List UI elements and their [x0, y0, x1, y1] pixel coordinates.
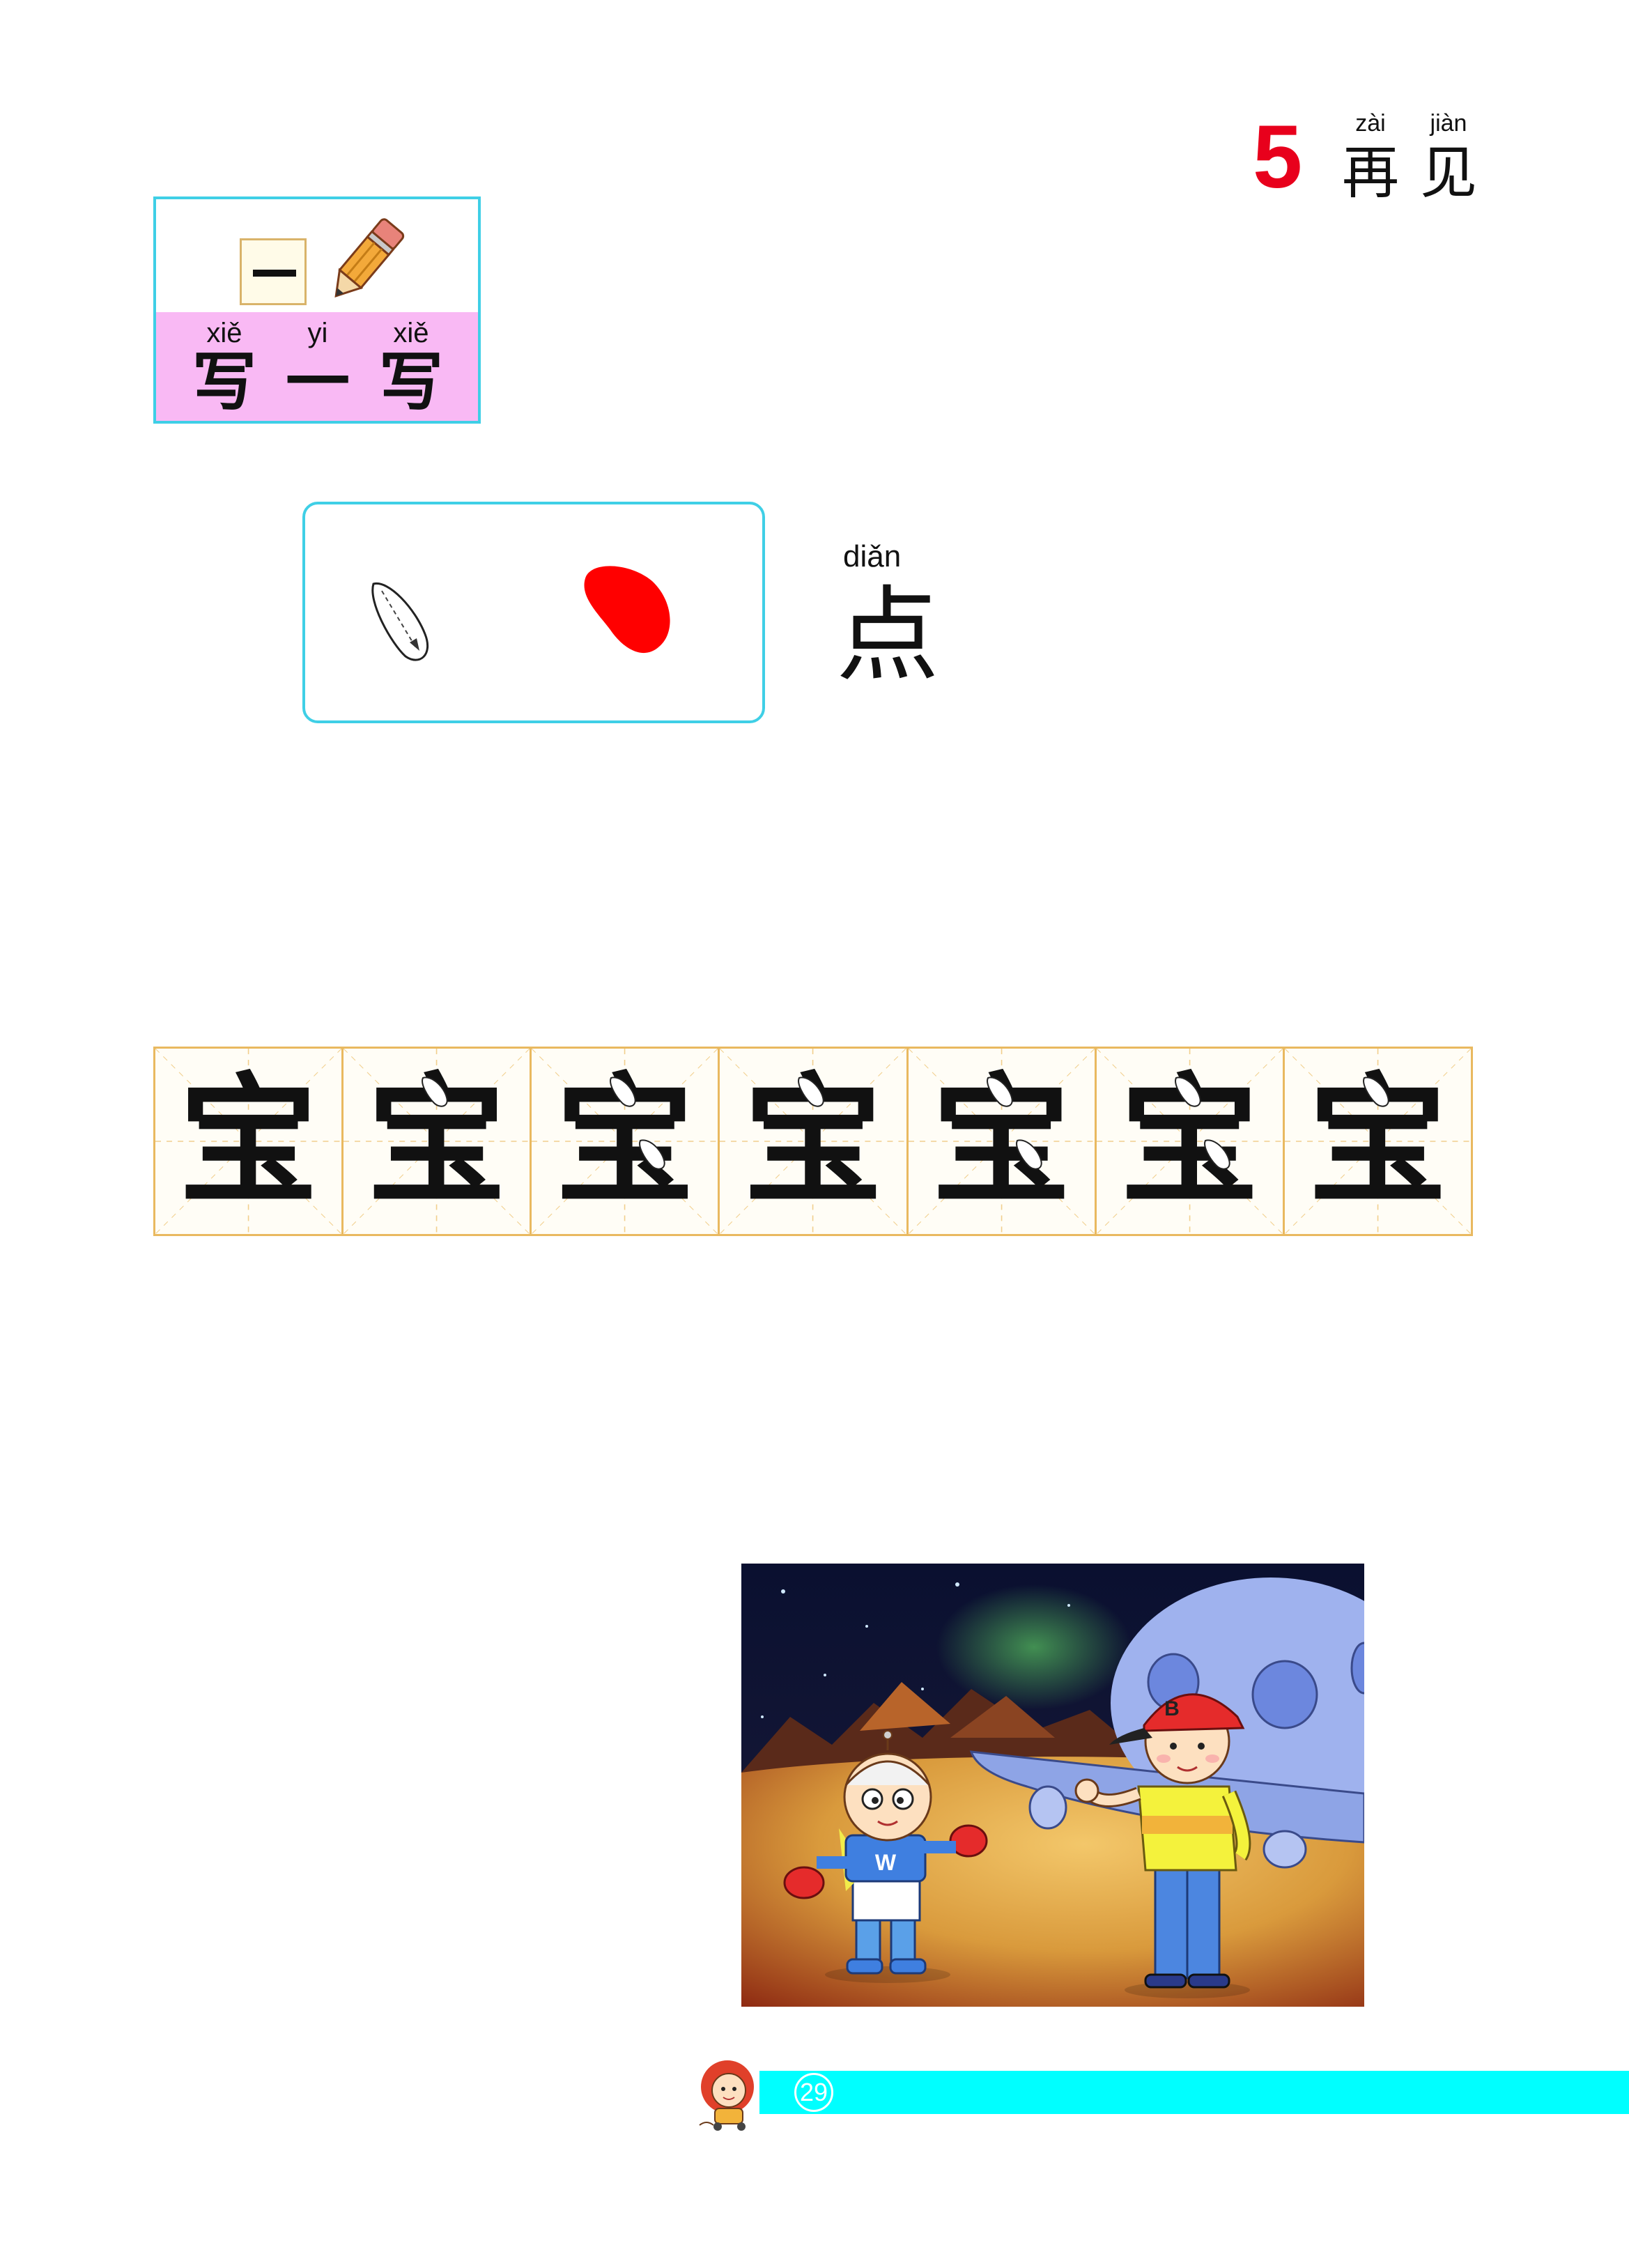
- trace-dot-outline: [610, 1077, 636, 1107]
- practice-cell: 宝: [1096, 1049, 1285, 1234]
- trace-dot-outline: [422, 1077, 448, 1107]
- sample-stroke: [253, 270, 296, 277]
- practice-cell: 宝: [532, 1049, 720, 1234]
- stroke-demo-box: [302, 502, 765, 723]
- lesson-title-pinyin-1: zài: [1355, 110, 1386, 137]
- stroke-outline-icon: [371, 583, 429, 661]
- stroke-filled-icon: [584, 566, 670, 654]
- child-cap-letter: B: [1164, 1697, 1180, 1720]
- footer-bar: [759, 2071, 1629, 2114]
- write-title-hanzi-2: 一: [285, 344, 350, 419]
- child-shirt-letter: W: [875, 1850, 897, 1875]
- lesson-title-char-1: zài 再: [1332, 110, 1409, 202]
- practice-cell: 宝: [908, 1049, 1097, 1234]
- practice-cell: 宝: [343, 1049, 532, 1234]
- write-title-hanzi-3: 写: [378, 344, 443, 419]
- scene-illustration: W B: [741, 1564, 1364, 2007]
- practice-cell: 宝: [720, 1049, 909, 1234]
- practice-cell: 宝: [155, 1049, 344, 1234]
- write-title-hanzi-1: 写: [192, 344, 256, 419]
- trace-dot-outline: [798, 1077, 825, 1107]
- practice-character: 宝: [178, 1059, 318, 1223]
- sample-stroke-grid: [240, 238, 307, 305]
- write-title-col-1: xiě 写: [183, 316, 266, 414]
- trace-dot-outline: [1174, 1077, 1201, 1107]
- trace-dot-outline: [1015, 1139, 1042, 1170]
- lesson-title-hanzi-2: 见: [1419, 140, 1477, 206]
- stroke-pinyin: diǎn: [843, 539, 902, 573]
- practice-cell: 宝: [1284, 1049, 1471, 1234]
- trace-dot-outline: [639, 1139, 665, 1170]
- stroke-hanzi: 点: [836, 576, 939, 695]
- trace-dot-outline: [1362, 1077, 1389, 1107]
- write-section-header: xiě 写 yi 一 xiě 写: [153, 196, 481, 424]
- lesson-number: 5: [1253, 107, 1303, 207]
- lesson-title-char-2: jiàn 见: [1410, 110, 1487, 202]
- mascot-icon: [699, 2060, 754, 2131]
- lesson-title-pinyin-2: jiàn: [1430, 110, 1467, 137]
- write-title-col-3: xiě 写: [369, 316, 453, 414]
- page-number: 29: [794, 2073, 833, 2112]
- trace-dot-outline: [1203, 1139, 1230, 1170]
- lesson-title-hanzi-1: 再: [1341, 140, 1399, 206]
- practice-grid: 宝 宝 宝 宝 宝 宝 宝: [153, 1047, 1473, 1236]
- trace-dot-outline: [986, 1077, 1013, 1107]
- write-title-col-2: yi 一: [276, 316, 360, 414]
- pencil-icon: [334, 218, 405, 298]
